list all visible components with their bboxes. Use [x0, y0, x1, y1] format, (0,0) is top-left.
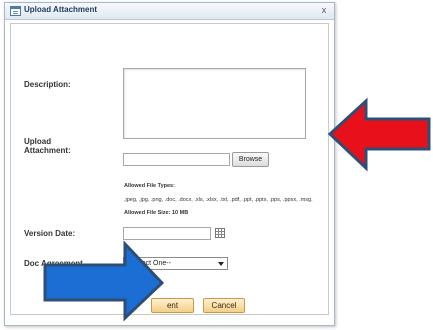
- upload-attachment-label-line2: Attachment:: [24, 146, 71, 155]
- version-date-label: Version Date:: [24, 229, 76, 238]
- doc-agreement-selected-value: --Select One--: [127, 260, 171, 267]
- red-arrow-shape: [327, 97, 431, 172]
- browse-button[interactable]: Browse: [232, 152, 269, 167]
- form-panel: Description: Upload Attachment: Browse A…: [10, 23, 329, 315]
- description-label: Description:: [24, 80, 71, 89]
- dialog-window-icon: [10, 6, 21, 16]
- close-icon[interactable]: x: [318, 4, 330, 17]
- calendar-icon[interactable]: [215, 228, 225, 238]
- upload-attachment-dialog: Upload Attachment x Description: Upload …: [4, 2, 335, 326]
- chevron-down-icon: [218, 262, 224, 266]
- cancel-button[interactable]: Cancel: [203, 298, 245, 313]
- allowed-file-size: Allowed File Size: 10 MB: [124, 210, 189, 216]
- upload-attachment-label-line1: Upload: [24, 137, 52, 146]
- allowed-file-types-label: Allowed File Types:: [124, 183, 175, 189]
- doc-agreement-label: Doc Agreement: [24, 259, 83, 268]
- description-textarea[interactable]: [123, 68, 306, 139]
- dialog-titlebar[interactable]: Upload Attachment x: [5, 3, 334, 20]
- version-date-input[interactable]: [123, 227, 211, 240]
- doc-agreement-select[interactable]: --Select One--: [123, 257, 228, 270]
- screenshot-stage: Upload Attachment x Description: Upload …: [0, 0, 433, 330]
- file-path-field[interactable]: [123, 153, 230, 166]
- allowed-file-types-list: .jpeg, .jpg, .png, .doc, .docx, .xls, .x…: [124, 197, 313, 203]
- dialog-title: Upload Attachment: [24, 5, 98, 14]
- submit-button[interactable]: ent: [151, 298, 194, 313]
